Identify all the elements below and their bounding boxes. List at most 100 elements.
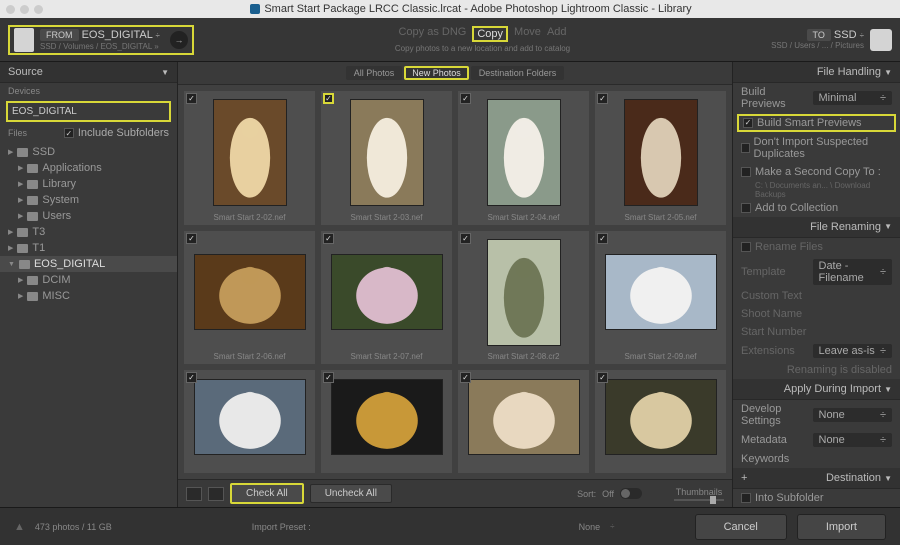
tree-item[interactable]: ▶Applications — [0, 160, 177, 176]
view-mode-grid-icon[interactable] — [186, 487, 202, 501]
filter-new-photos[interactable]: New Photos — [404, 66, 469, 80]
thumbnail-checkbox[interactable]: ✓ — [460, 372, 471, 383]
smart-previews-checkbox[interactable]: ✓ — [743, 118, 753, 128]
sort-toggle[interactable] — [620, 488, 642, 499]
thumbnail-checkbox[interactable]: ✓ — [597, 372, 608, 383]
disclosure-icon[interactable]: ▶ — [8, 148, 13, 156]
thumbnail-cell[interactable]: ✓Smart Start 2-05.nef — [595, 91, 726, 225]
thumbnail-cell[interactable]: ✓ — [321, 370, 452, 473]
thumbnail-cell[interactable]: ✓Smart Start 2-09.nef — [595, 231, 726, 365]
disclosure-icon[interactable]: ▶ — [8, 228, 13, 236]
filter-destination-folders[interactable]: Destination Folders — [471, 66, 565, 80]
mode-add[interactable]: Add — [547, 26, 567, 42]
disclosure-icon[interactable]: ▶ — [18, 180, 23, 188]
tree-item[interactable]: ▶SSD — [0, 144, 177, 160]
disclosure-icon[interactable]: ▶ — [18, 292, 23, 300]
tree-item[interactable]: ▶MISC — [0, 288, 177, 304]
include-subfolders-checkbox[interactable]: ✓ — [64, 128, 74, 138]
start-number-label: Start Number — [741, 326, 892, 338]
thumbnail-cell[interactable]: ✓ — [458, 370, 589, 473]
to-destination-box[interactable]: TO SSD ÷ SSD / Users / ... / Pictures — [771, 29, 892, 51]
thumbnail-caption: Smart Start 2-06.nef — [213, 350, 285, 360]
thumbnail-cell[interactable]: ✓ Smart Start 2-04.nef — [458, 91, 589, 225]
filter-all-photos[interactable]: All Photos — [346, 66, 403, 80]
thumbnail-checkbox[interactable]: ✓ — [323, 372, 334, 383]
chevron-down-icon[interactable]: ▼ — [884, 222, 892, 231]
thumbnail-image — [462, 235, 585, 351]
thumbnail-cell[interactable]: ✓Smart Start 2-02.nef — [184, 91, 315, 225]
source-arrow-button[interactable]: → — [170, 31, 188, 49]
disclosure-icon[interactable]: ▼ — [8, 261, 15, 268]
thumbnail-checkbox[interactable]: ✓ — [460, 233, 471, 244]
disclosure-icon[interactable]: ▶ — [18, 196, 23, 204]
sort-value[interactable]: Off — [602, 489, 614, 499]
tree-item[interactable]: ▶Users — [0, 208, 177, 224]
tree-item[interactable]: ▶System — [0, 192, 177, 208]
import-button[interactable]: Import — [797, 514, 886, 540]
tree-item[interactable]: ▶DCIM — [0, 272, 177, 288]
thumbnail-checkbox[interactable]: ✓ — [460, 93, 471, 104]
import-stats: 473 photos / 11 GB — [35, 522, 112, 532]
disclosure-icon[interactable]: ▶ — [18, 276, 23, 284]
thumbnail-checkbox[interactable]: ✓ — [323, 233, 334, 244]
rename-files-label: Rename Files — [755, 241, 823, 253]
thumbnail-image — [599, 95, 722, 211]
tree-item[interactable]: ▶T3 — [0, 224, 177, 240]
sort-label: Sort: — [577, 489, 596, 499]
into-subfolder-checkbox[interactable] — [741, 493, 751, 503]
thumbnail-cell[interactable]: ✓Smart Start 2-03.nef — [321, 91, 452, 225]
chevron-down-icon[interactable]: ▼ — [884, 385, 892, 394]
add-collection-checkbox[interactable] — [741, 203, 751, 213]
disclosure-icon[interactable]: ▶ — [8, 244, 13, 252]
disclosure-icon[interactable]: ▶ — [18, 212, 23, 220]
build-previews-dropdown[interactable]: Minimal÷ — [813, 91, 893, 105]
rename-files-checkbox[interactable] — [741, 242, 751, 252]
develop-settings-dropdown[interactable]: None÷ — [813, 408, 893, 422]
mode-copy-dng[interactable]: Copy as DNG — [398, 26, 466, 42]
cancel-button[interactable]: Cancel — [695, 514, 787, 540]
chevron-down-icon[interactable]: ▼ — [884, 68, 892, 77]
thumbnail-cell[interactable]: ✓Smart Start 2-08.cr2 — [458, 231, 589, 365]
check-all-button[interactable]: Check All — [230, 483, 304, 504]
min-traffic-light[interactable] — [20, 5, 29, 14]
thumbnail-cell[interactable]: ✓ Smart Start 2-06.nef — [184, 231, 315, 365]
tree-item[interactable]: ▼EOS_DIGITAL — [0, 256, 177, 272]
thumbnail-caption: Smart Start 2-04.nef — [487, 211, 559, 221]
thumbnail-size-slider[interactable] — [674, 499, 724, 501]
drive-icon — [19, 260, 30, 269]
view-mode-loupe-icon[interactable] — [208, 487, 224, 501]
metadata-dropdown[interactable]: None÷ — [813, 433, 893, 447]
from-source-box[interactable]: FROM EOS_DIGITAL ÷ SSD / Volumes / EOS_D… — [8, 25, 194, 55]
device-item[interactable]: EOS_DIGITAL — [6, 101, 171, 122]
extensions-label: Extensions — [741, 345, 809, 357]
expand-left-icon[interactable]: ▲ — [14, 521, 25, 533]
thumbnail-checkbox[interactable]: ✓ — [323, 93, 334, 104]
max-traffic-light[interactable] — [34, 5, 43, 14]
disclosure-icon[interactable]: ▶ — [18, 164, 23, 172]
second-copy-checkbox[interactable] — [741, 167, 751, 177]
drive-icon — [17, 244, 28, 253]
thumbnail-checkbox[interactable]: ✓ — [186, 233, 197, 244]
mode-move[interactable]: Move — [514, 26, 541, 42]
uncheck-all-button[interactable]: Uncheck All — [310, 484, 392, 503]
mode-copy[interactable]: Copy — [472, 26, 508, 42]
import-preset-value[interactable]: None — [579, 522, 601, 532]
tree-item[interactable]: ▶T1 — [0, 240, 177, 256]
thumbnail-cell[interactable]: ✓Smart Start 2-07.nef — [321, 231, 452, 365]
tree-item[interactable]: ▶Library — [0, 176, 177, 192]
thumbnail-checkbox[interactable]: ✓ — [186, 372, 197, 383]
thumbnail-image — [462, 374, 585, 459]
thumbnail-cell[interactable]: ✓ — [184, 370, 315, 473]
thumbnail-cell[interactable]: ✓ — [595, 370, 726, 473]
file-handling-header: File Handling — [817, 66, 881, 78]
chevron-down-icon[interactable]: ▼ — [884, 474, 892, 483]
no-duplicates-checkbox[interactable] — [741, 143, 750, 153]
second-copy-label: Make a Second Copy To : — [755, 166, 881, 178]
thumbnail-checkbox[interactable]: ✓ — [597, 233, 608, 244]
chevron-down-icon[interactable]: ▼ — [161, 68, 169, 77]
close-traffic-light[interactable] — [6, 5, 15, 14]
thumbnail-checkbox[interactable]: ✓ — [186, 93, 197, 104]
thumbnail-checkbox[interactable]: ✓ — [597, 93, 608, 104]
folder-icon — [27, 292, 38, 301]
custom-text-label: Custom Text — [741, 290, 892, 302]
